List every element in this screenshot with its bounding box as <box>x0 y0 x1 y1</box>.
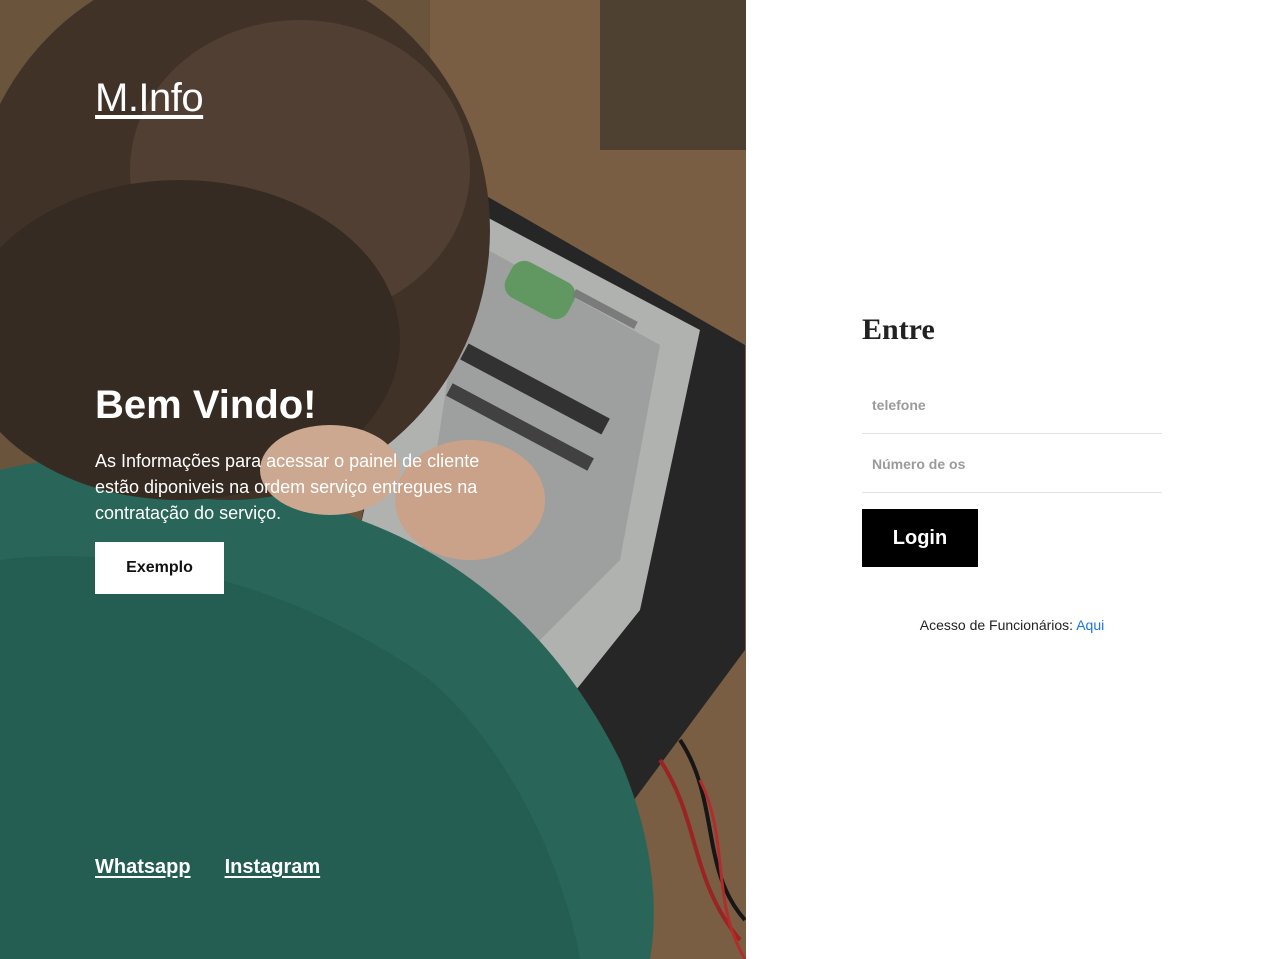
instagram-link[interactable]: Instagram <box>225 856 321 879</box>
login-title: Entre <box>862 313 935 346</box>
login-button[interactable]: Login <box>862 509 978 567</box>
staff-access: Acesso de Funcionários: Aqui <box>862 617 1162 633</box>
os-number-input[interactable] <box>862 435 1162 493</box>
brand-logo-link[interactable]: M.Info <box>95 76 204 121</box>
welcome-title: Bem Vindo! <box>95 383 317 427</box>
phone-input[interactable] <box>862 376 1162 434</box>
login-form: Entre Login Acesso de Funcionários: Aqui <box>862 310 1162 633</box>
welcome-description: As Informações para acessar o painel de … <box>95 451 480 523</box>
whatsapp-link[interactable]: Whatsapp <box>95 856 191 879</box>
page: M.Info Bem Vindo! As Informações para ac… <box>0 0 1278 959</box>
staff-access-link[interactable]: Aqui <box>1076 617 1104 633</box>
social-links: Whatsapp Instagram <box>95 856 320 879</box>
example-button[interactable]: Exemplo <box>95 542 224 594</box>
staff-access-label: Acesso de Funcionários: <box>919 617 1074 633</box>
hero-panel: M.Info Bem Vindo! As Informações para ac… <box>0 0 746 959</box>
